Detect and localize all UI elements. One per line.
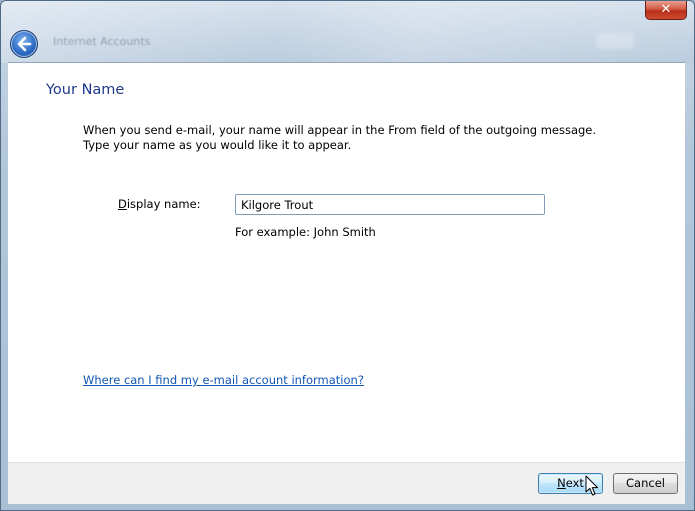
display-name-example: For example: John Smith bbox=[235, 225, 376, 239]
page-description: When you send e-mail, your name will app… bbox=[83, 123, 643, 153]
window-title: Internet Accounts bbox=[53, 35, 151, 48]
next-access-key: N bbox=[557, 476, 566, 490]
account-info-help-link[interactable]: Where can I find my e-mail account infor… bbox=[83, 373, 364, 387]
display-name-access-key: D bbox=[118, 197, 127, 211]
next-button-label: ext bbox=[565, 476, 584, 490]
title-bar-glass-highlight bbox=[596, 33, 634, 49]
mouse-pointer-icon bbox=[585, 475, 598, 496]
cancel-button[interactable]: Cancel bbox=[613, 473, 678, 494]
display-name-label: Display name: bbox=[118, 197, 201, 211]
wizard-content: Your Name When you send e-mail, your nam… bbox=[8, 62, 685, 463]
title-bar: Internet Accounts bbox=[1, 1, 694, 63]
button-bar: Next Cancel bbox=[8, 462, 685, 504]
display-name-input[interactable] bbox=[235, 194, 545, 215]
description-line-2: Type your name as you would like it to a… bbox=[83, 138, 352, 152]
display-name-label-text: isplay name: bbox=[126, 197, 201, 211]
close-icon: ✕ bbox=[660, 2, 672, 17]
back-button[interactable] bbox=[10, 30, 38, 58]
back-arrow-icon bbox=[17, 36, 32, 52]
description-line-1: When you send e-mail, your name will app… bbox=[83, 123, 597, 137]
page-title: Your Name bbox=[46, 82, 125, 98]
close-button[interactable]: ✕ bbox=[645, 1, 687, 20]
